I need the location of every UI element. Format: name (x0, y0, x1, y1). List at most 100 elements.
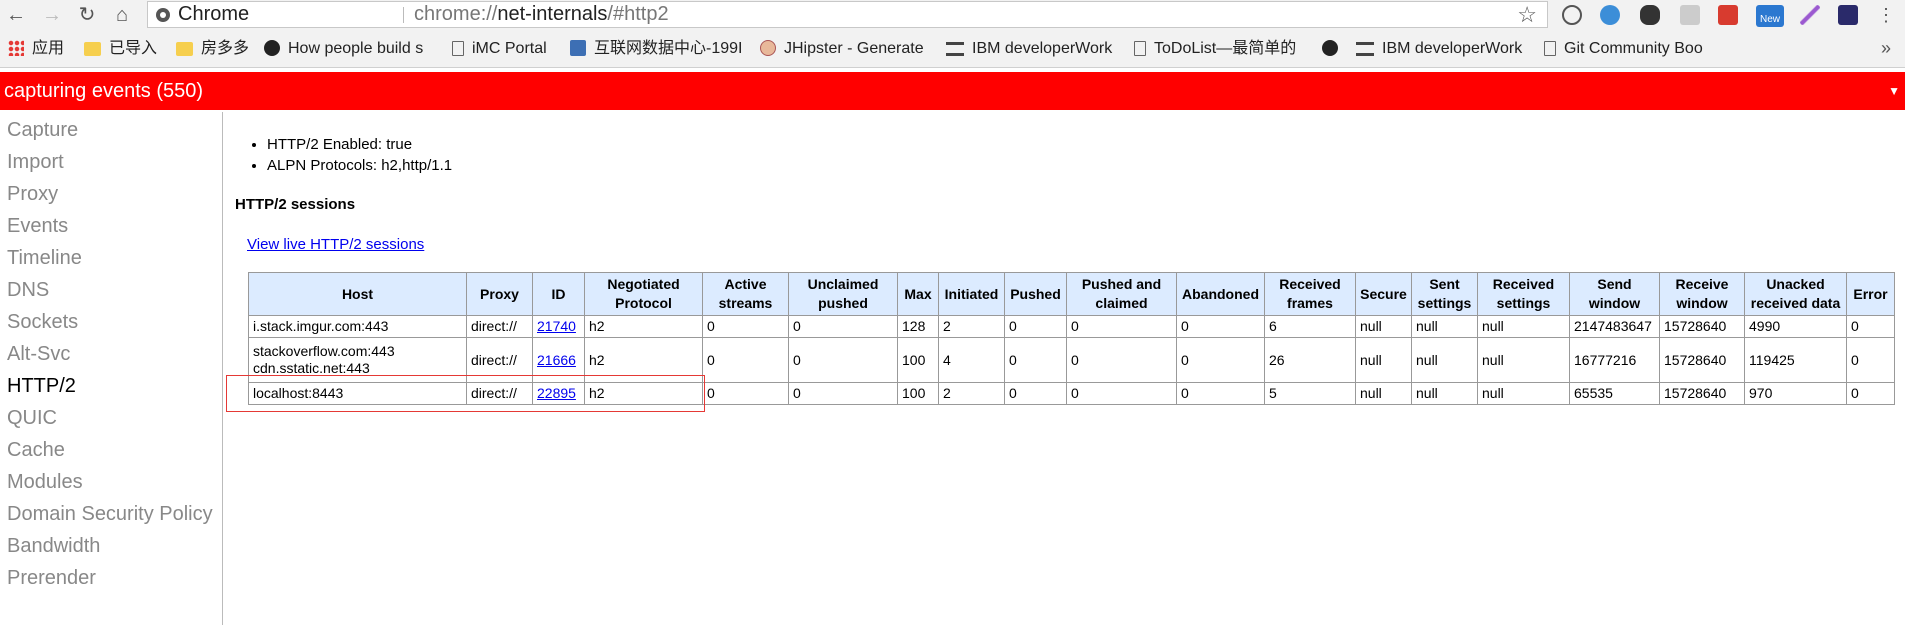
capture-status-bar: capturing events (550) ▼ (0, 72, 1905, 110)
sidebar-item-capture[interactable]: Capture (7, 118, 78, 142)
host-name: cdn.sstatic.net:443 (253, 359, 370, 376)
triangle-down-icon[interactable]: ▼ (1888, 72, 1900, 110)
session-id-link[interactable]: 22895 (537, 385, 576, 401)
sidebar: Capture Import Proxy Events Timeline DNS… (0, 112, 223, 625)
address-bar[interactable]: Chrome chrome://net-internals/#http2 ☆ (147, 1, 1548, 28)
id-cell: 21740 (532, 315, 585, 338)
sidebar-item-prerender[interactable]: Prerender (7, 566, 96, 590)
table-row: stackoverflow.com:443 cdn.sstatic.net:443… (248, 337, 1895, 383)
proxy-cell: direct:// (466, 337, 533, 383)
sidebar-item-proxy[interactable]: Proxy (7, 182, 58, 206)
session-id-link[interactable]: 21666 (537, 352, 576, 368)
view-live-sessions-link[interactable]: View live HTTP/2 sessions (247, 236, 424, 253)
sidebar-item-timeline[interactable]: Timeline (7, 246, 82, 270)
home-icon[interactable]: ⌂ (110, 3, 134, 27)
sent-settings-cell: null (1411, 382, 1478, 405)
active-streams-cell: 0 (702, 315, 789, 338)
column-header: Negotiated Protocol (584, 272, 703, 316)
reload-icon[interactable]: ↻ (75, 3, 99, 27)
evernote-extension-icon[interactable] (1640, 5, 1660, 25)
menu-icon[interactable]: ⋮ (1874, 3, 1898, 27)
bookmark-git-community-book[interactable]: Git Community Boo (1544, 30, 1714, 68)
abandoned-cell: 0 (1176, 337, 1265, 383)
column-header: Unclaimed pushed (788, 272, 898, 316)
unclaimed-pushed-cell: 0 (788, 382, 898, 405)
new-extension-icon[interactable]: New (1756, 5, 1784, 27)
bookmark-idc[interactable]: 互联网数据中心-199I (570, 30, 742, 68)
ibm-icon (1356, 42, 1374, 56)
error-cell: 0 (1846, 315, 1895, 338)
column-header: Unacked received data (1744, 272, 1847, 316)
error-cell: 0 (1846, 337, 1895, 383)
protocol-cell: h2 (584, 337, 703, 383)
sidebar-item-import[interactable]: Import (7, 150, 64, 174)
max-cell: 100 (897, 337, 939, 383)
max-cell: 128 (897, 315, 939, 338)
bookmark-fangduoduo[interactable]: 房多多 (176, 30, 256, 68)
abandoned-cell: 0 (1176, 315, 1265, 338)
folder-icon (176, 42, 193, 56)
session-id-link[interactable]: 21740 (537, 318, 576, 334)
dark-extension-icon[interactable] (1838, 5, 1858, 25)
url-text[interactable]: chrome://net-internals/#http2 (414, 2, 669, 27)
abandoned-cell: 0 (1176, 382, 1265, 405)
bookmark-todolist[interactable]: ToDoList—最简单的 (1134, 30, 1306, 68)
sidebar-item-cache[interactable]: Cache (7, 438, 65, 462)
globe-extension-icon[interactable] (1600, 5, 1620, 25)
sidebar-item-http2[interactable]: HTTP/2 (7, 374, 76, 398)
send-window-cell: 65535 (1569, 382, 1660, 405)
sidebar-item-modules[interactable]: Modules (7, 470, 83, 494)
bookmark-github-how-people[interactable]: How people build s (264, 30, 434, 68)
sidebar-item-domain-security-policy[interactable]: Domain Security Policy (7, 502, 213, 526)
receive-window-cell: 15728640 (1659, 382, 1745, 405)
column-header: Secure (1355, 272, 1412, 316)
sidebar-item-alt-svc[interactable]: Alt-Svc (7, 342, 70, 366)
received-frames-cell: 26 (1264, 337, 1356, 383)
sidebar-item-events[interactable]: Events (7, 214, 68, 238)
github-icon (1322, 40, 1338, 56)
pushed-cell: 0 (1004, 337, 1067, 383)
received-frames-cell: 5 (1264, 382, 1356, 405)
todoist-extension-icon[interactable] (1718, 5, 1738, 25)
error-cell: 0 (1846, 382, 1895, 405)
column-header: Receive window (1659, 272, 1745, 316)
back-arrow-icon[interactable]: ← (4, 3, 28, 27)
bookmark-apps[interactable]: 应用 (8, 30, 70, 68)
pushed-claimed-cell: 0 (1066, 382, 1177, 405)
sidebar-item-quic[interactable]: QUIC (7, 406, 57, 430)
forward-arrow-icon[interactable]: → (40, 3, 64, 27)
proxy-cell: direct:// (466, 315, 533, 338)
sidebar-item-sockets[interactable]: Sockets (7, 310, 78, 334)
bookmark-github[interactable] (1322, 30, 1344, 68)
column-header: Abandoned (1176, 272, 1265, 316)
capture-status-text: capturing events (550) (4, 80, 204, 102)
sidebar-item-bandwidth[interactable]: Bandwidth (7, 534, 100, 558)
pushed-claimed-cell: 0 (1066, 315, 1177, 338)
pen-extension-icon[interactable] (1800, 5, 1820, 25)
sync-extension-icon[interactable] (1562, 5, 1582, 25)
page-icon (1544, 41, 1556, 56)
column-header: Host (248, 272, 467, 316)
sent-settings-cell: null (1411, 337, 1478, 383)
column-header: ID (532, 272, 585, 316)
bookmark-ibm-developerworks[interactable]: IBM developerWork (946, 30, 1118, 68)
http2-panel: HTTP/2 Enabled: true ALPN Protocols: h2,… (223, 112, 1905, 625)
received-settings-cell: null (1477, 315, 1570, 338)
proxy-cell: direct:// (466, 382, 533, 405)
table-header-row: Host Proxy ID Negotiated Protocol Active… (248, 272, 1895, 316)
folder-icon (84, 42, 101, 56)
bookmark-jhipster[interactable]: JHipster - Generate (760, 30, 930, 68)
bookmarks-overflow-icon[interactable]: » (1881, 38, 1891, 59)
bookmark-star-icon[interactable]: ☆ (1517, 2, 1537, 27)
sidebar-item-dns[interactable]: DNS (7, 278, 49, 302)
bookmark-imc-portal[interactable]: iMC Portal (452, 30, 562, 68)
pushed-cell: 0 (1004, 315, 1067, 338)
unacked-data-cell: 119425 (1744, 337, 1847, 383)
initiated-cell: 2 (938, 315, 1005, 338)
github-icon (264, 40, 280, 56)
rp-extension-icon[interactable] (1680, 5, 1700, 25)
table-row: i.stack.imgur.com:443 direct:// 21740 h2… (248, 315, 1895, 338)
protocol-cell: h2 (584, 382, 703, 405)
bookmark-imported[interactable]: 已导入 (84, 30, 164, 68)
bookmark-ibm-developerworks-2[interactable]: IBM developerWork (1356, 30, 1530, 68)
